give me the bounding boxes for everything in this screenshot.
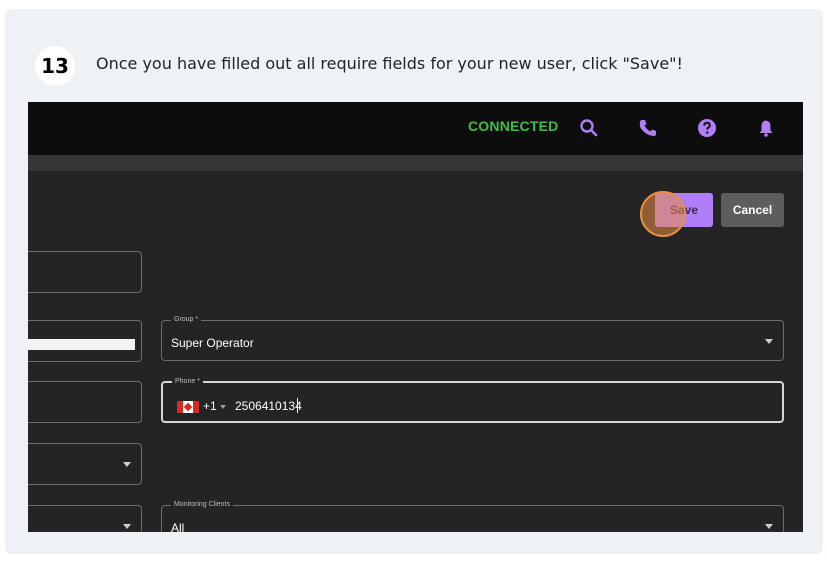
left-select-field-1[interactable] [28, 443, 142, 485]
phone-field[interactable]: Phone * +1 2506410134 [161, 376, 784, 423]
chevron-down-icon [123, 462, 131, 467]
connection-status: CONNECTED [468, 118, 559, 134]
app-screenshot: CONNECTED Save Cancel Group * Super Oper… [28, 102, 803, 532]
monitoring-clients-label: Monitoring Clients [171, 499, 234, 511]
app-topbar: CONNECTED [28, 102, 803, 155]
chevron-down-icon [123, 524, 131, 529]
step-instruction: Once you have filled out all require fie… [96, 54, 683, 73]
left-text-field-3[interactable] [28, 381, 142, 423]
cancel-button[interactable]: Cancel [721, 193, 784, 227]
left-text-field-1[interactable] [28, 251, 142, 293]
bell-icon[interactable] [755, 117, 777, 139]
monitoring-clients-select[interactable]: Monitoring Clients All [161, 499, 784, 532]
chevron-down-icon [220, 405, 226, 409]
phone-number-input[interactable]: 2506410134 [235, 399, 302, 413]
toolbar-strip [28, 155, 803, 171]
group-select[interactable]: Group * Super Operator [161, 314, 784, 361]
phone-label: Phone * [172, 376, 203, 388]
dial-code[interactable]: +1 [203, 399, 217, 413]
group-label: Group * [171, 314, 202, 326]
chevron-down-icon [765, 339, 773, 344]
chevron-down-icon [765, 524, 773, 529]
phone-icon[interactable] [637, 117, 659, 139]
group-value: Super Operator [171, 336, 254, 350]
canada-flag-icon[interactable] [177, 401, 199, 413]
autofill-highlight [28, 339, 135, 350]
text-cursor [297, 398, 298, 413]
save-button[interactable]: Save [655, 193, 713, 227]
left-select-field-2[interactable] [28, 505, 142, 532]
step-number-badge: 13 [35, 46, 75, 86]
monitoring-clients-value: All [171, 521, 185, 532]
search-icon[interactable] [578, 117, 600, 139]
help-icon[interactable] [696, 117, 718, 139]
